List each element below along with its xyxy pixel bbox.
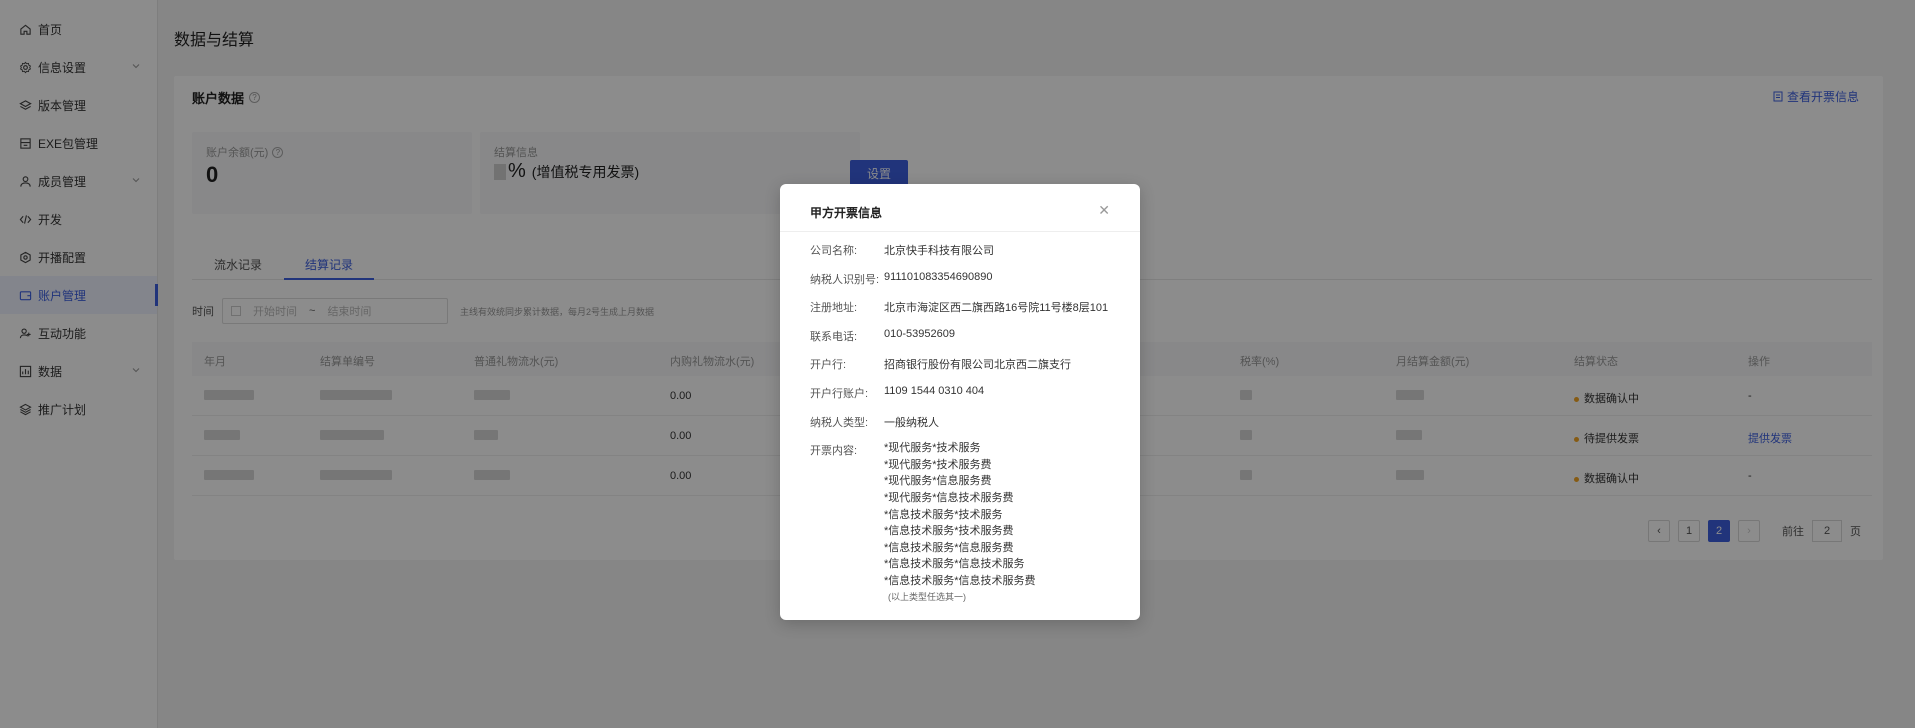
field-key: 开户行:: [810, 359, 847, 372]
field-address: 注册地址: 北京市海淀区西二旗西路16号院11号楼8层101: [810, 299, 1140, 328]
field-invoice-content: 开票内容: *现代服务*技术服务 *现代服务*技术服务费 *现代服务*信息服务费…: [810, 442, 1140, 603]
field-tax-id: 纳税人识别号: 911101083354690890: [810, 271, 1140, 300]
list-item: *现代服务*技术服务费: [884, 458, 992, 471]
field-key: 开户行账户:: [810, 387, 869, 400]
field-bank: 开户行: 招商银行股份有限公司北京西二旗支行: [810, 356, 1140, 385]
close-icon[interactable]: ✕: [1098, 202, 1110, 219]
field-value: 北京快手科技有限公司: [884, 245, 994, 257]
field-key: 纳税人识别号:: [810, 273, 880, 286]
list-item: *信息技术服务*技术服务: [884, 508, 1003, 521]
dialog-title: 甲方开票信息: [810, 206, 883, 220]
field-key: 联系电话:: [810, 330, 858, 343]
field-taxpayer-type: 纳税人类型: 一般纳税人: [810, 414, 1140, 443]
dialog-body: 公司名称: 北京快手科技有限公司 纳税人识别号: 91110108335469089…: [780, 232, 1140, 604]
list-item: *现代服务*信息技术服务费: [884, 491, 1014, 504]
list-item: *现代服务*技术服务: [884, 442, 981, 455]
field-key: 公司名称:: [810, 245, 858, 257]
list-item: *信息技术服务*信息技术服务: [884, 558, 1025, 571]
dialog-header: 甲方开票信息 ✕: [780, 184, 1140, 232]
list-item: *信息技术服务*信息服务费: [884, 541, 1014, 554]
field-value: 招商银行股份有限公司北京西二旗支行: [884, 359, 1071, 372]
field-key: 纳税人类型:: [810, 416, 869, 429]
invoice-info-dialog: 甲方开票信息 ✕ 公司名称: 北京快手科技有限公司 纳税人识别号: 91110108…: [780, 184, 1140, 620]
field-value: 一般纳税人: [884, 416, 939, 429]
field-value: 010-53952609: [884, 327, 955, 340]
field-value: 北京市海淀区西二旗西路16号院11号楼8层101: [884, 302, 1109, 315]
list-item: *信息技术服务*信息技术服务费: [884, 574, 1036, 587]
field-bank-account: 开户行账户: 1109 1544 0310 404: [810, 385, 1140, 414]
field-value: 1109 1544 0310 404: [884, 384, 985, 397]
field-key: 开票内容:: [810, 445, 858, 458]
invoice-content-list: *现代服务*技术服务 *现代服务*技术服务费 *现代服务*信息服务费 *现代服务…: [884, 440, 1036, 603]
list-item: *信息技术服务*技术服务费: [884, 525, 1014, 538]
content-note: (以上类型任选其一): [888, 591, 966, 602]
field-value: 911101083354690890: [884, 270, 993, 283]
field-phone: 联系电话: 010-53952609: [810, 328, 1140, 357]
field-company: 公司名称: 北京快手科技有限公司: [810, 242, 1140, 271]
list-item: *现代服务*信息服务费: [884, 475, 992, 488]
field-key: 注册地址:: [810, 302, 858, 315]
